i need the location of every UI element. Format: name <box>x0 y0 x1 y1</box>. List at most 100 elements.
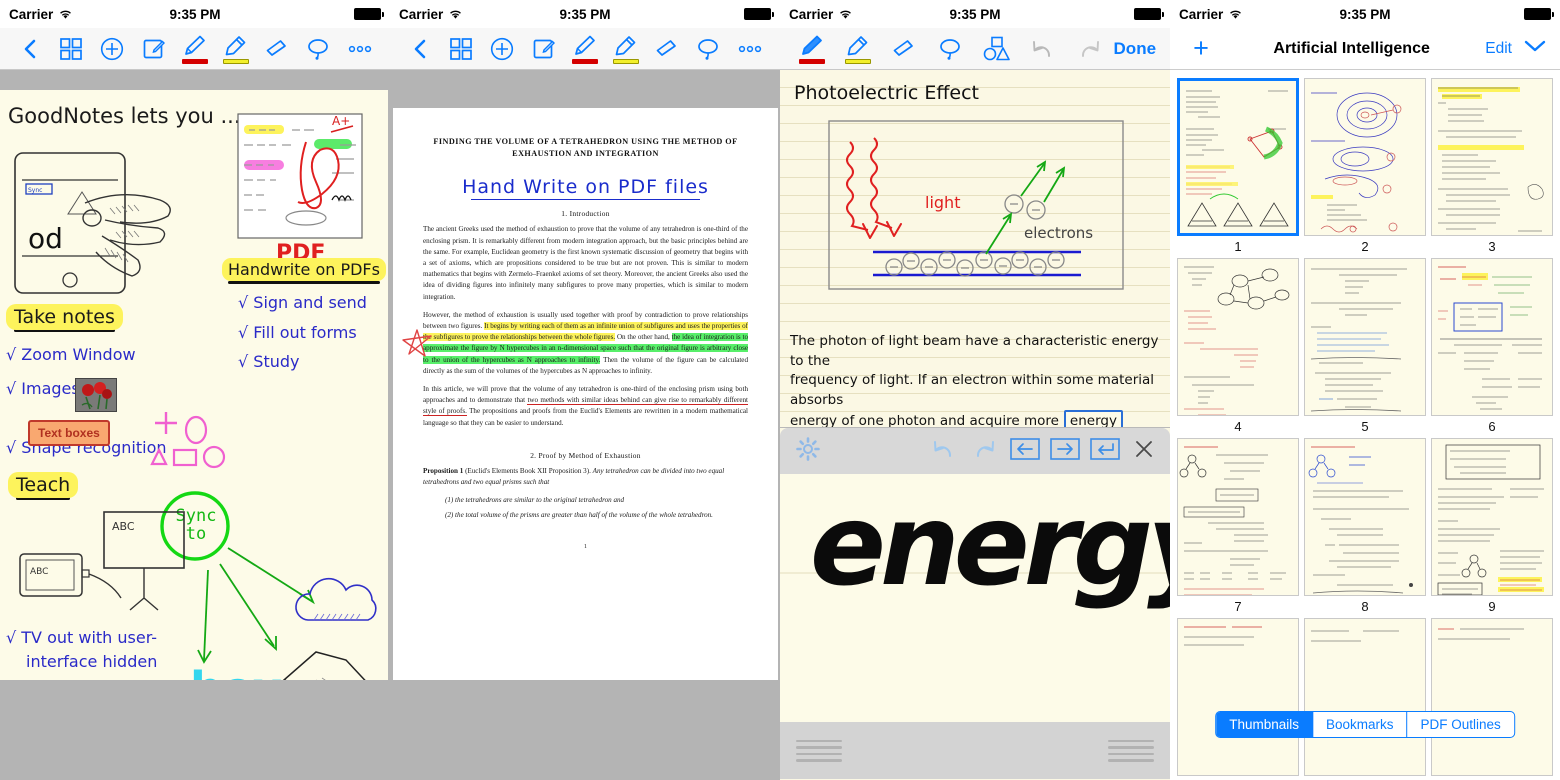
thumbnail-number: 7 <box>1234 599 1242 614</box>
thumbnail-number: 2 <box>1361 239 1369 254</box>
eraser-tool-button[interactable] <box>258 28 297 70</box>
undo-button[interactable] <box>1021 28 1065 70</box>
done-button[interactable]: Done <box>1114 39 1161 59</box>
status-bar-right <box>744 8 774 20</box>
lasso-tool-button[interactable] <box>689 28 728 70</box>
lasso-tool-button[interactable] <box>299 28 338 70</box>
text-box-sample[interactable]: Text boxes <box>28 420 110 446</box>
box-logo-label: box <box>190 662 282 680</box>
thumbnail-page-12[interactable] <box>1431 618 1553 776</box>
thumbnail-page-5[interactable] <box>1304 258 1426 416</box>
zoom-window-left-grip[interactable] <box>796 736 842 766</box>
text-box-button[interactable] <box>134 28 173 70</box>
editor-toolbar: Done <box>780 28 1170 70</box>
new-line-button[interactable] <box>1090 437 1120 465</box>
lasso-icon <box>308 38 328 60</box>
grid-view-button[interactable] <box>51 28 90 70</box>
thumbnail-cell[interactable]: 2 <box>1303 78 1427 254</box>
undo-icon <box>934 440 952 457</box>
thumbnail-cell[interactable]: 7 <box>1176 438 1300 614</box>
redo-button[interactable] <box>1067 28 1111 70</box>
thumbnail-cell[interactable]: 4 <box>1176 258 1300 434</box>
eraser-tool-button[interactable] <box>648 28 687 70</box>
thumbnail-cell[interactable] <box>1430 618 1554 779</box>
handwritten-annotation-text: Hand Write on PDF files <box>462 175 709 198</box>
panel-pdf-annotation: Carrier 9:35 PM FINDING THE VOLUME OF A … <box>390 0 780 780</box>
thumbnail-page-9[interactable] <box>1431 438 1553 596</box>
chevron-down-button[interactable] <box>1524 39 1546 58</box>
pdf-page-canvas[interactable]: FINDING THE VOLUME OF A TETRAHEDRON USIN… <box>393 108 778 680</box>
thumbnail-cell[interactable] <box>1176 618 1300 779</box>
document-title: FINDING THE VOLUME OF A TETRAHEDRON USIN… <box>433 137 738 158</box>
thumbnail-page-2[interactable] <box>1304 78 1426 236</box>
zoom-settings-button[interactable] <box>796 436 820 466</box>
close-zoom-window-button[interactable] <box>1134 439 1154 464</box>
thumbnail-page-3[interactable] <box>1431 78 1553 236</box>
thumbnail-cell[interactable] <box>1303 618 1427 779</box>
proposition-reference: (Euclid's Elements Book XII Proposition … <box>465 466 591 475</box>
thumbnail-cell[interactable]: 3 <box>1430 78 1554 254</box>
segment-thumbnails[interactable]: Thumbnails <box>1216 712 1313 737</box>
svg-text:light: light <box>925 193 960 212</box>
segment-pdf-outlines[interactable]: PDF Outlines <box>1408 712 1514 737</box>
add-page-button[interactable] <box>93 28 132 70</box>
notebook-page-canvas[interactable]: GoodNotes lets you ... Sync od A+ PDF Ha… <box>0 90 388 680</box>
pen-tool-button[interactable] <box>175 28 214 70</box>
move-left-button[interactable] <box>1010 437 1040 465</box>
undo-button[interactable] <box>932 438 956 465</box>
panel-notebook-editor: Carrier 9:35 PM GoodNotes lets you ... S… <box>0 0 390 780</box>
list-item: √ Zoom Window <box>6 345 136 364</box>
redo-button[interactable] <box>972 438 996 465</box>
arrow-left-box-icon <box>1010 437 1040 460</box>
edit-button[interactable]: Edit <box>1485 40 1512 58</box>
right-feature-list: √ Sign and send √ Fill out forms √ Study <box>238 288 367 377</box>
grid-view-button[interactable] <box>441 28 480 70</box>
add-page-button[interactable] <box>483 28 522 70</box>
more-options-button[interactable] <box>341 28 380 70</box>
lasso-tool-button[interactable] <box>929 28 973 70</box>
zoom-window-right-grip[interactable] <box>1108 736 1154 766</box>
thumbnail-cell[interactable]: 9 <box>1430 438 1554 614</box>
add-page-button[interactable]: + <box>1184 35 1218 62</box>
zoom-window-canvas[interactable]: energy <box>780 474 1170 722</box>
status-bar: Carrier 9:35 PM <box>1170 0 1560 28</box>
editor-toolbar <box>0 28 390 70</box>
thumbnail-page-7[interactable] <box>1177 438 1299 596</box>
pen-icon <box>802 35 823 55</box>
thumbnail-number: 9 <box>1488 599 1496 614</box>
text-box-button[interactable] <box>524 28 563 70</box>
zoom-window[interactable]: energy <box>780 427 1170 780</box>
highlighter-tool-button[interactable] <box>607 28 646 70</box>
inserted-image-roses[interactable] <box>75 378 117 412</box>
thumbnail-cell[interactable]: 6 <box>1430 258 1554 434</box>
thumbnail-page-11[interactable] <box>1304 618 1426 776</box>
plus-circle-icon <box>491 37 514 60</box>
eraser-tool-button[interactable] <box>882 28 926 70</box>
pen-tool-button[interactable] <box>790 28 834 70</box>
thumbnail-page-6[interactable] <box>1431 258 1553 416</box>
move-right-button[interactable] <box>1050 437 1080 465</box>
segment-bookmarks[interactable]: Bookmarks <box>1313 712 1408 737</box>
pen-tool-button[interactable] <box>565 28 604 70</box>
view-mode-segmented-control[interactable]: Thumbnails Bookmarks PDF Outlines <box>1215 711 1515 738</box>
tv-out-list: √ TV out with user- interface hidden <box>6 626 157 674</box>
thumbnail-page-1[interactable] <box>1177 78 1299 236</box>
note-page-canvas[interactable]: Photoelectric Effect light electrons The… <box>780 70 1170 780</box>
back-button[interactable] <box>400 28 439 70</box>
more-options-button[interactable] <box>731 28 770 70</box>
thumbnail-cell[interactable]: 1 <box>1176 78 1300 254</box>
thumbnail-page-10[interactable] <box>1177 618 1299 776</box>
back-button[interactable] <box>10 28 49 70</box>
thumbnail-cell[interactable]: 8 <box>1303 438 1427 614</box>
thumbnail-page-8[interactable] <box>1304 438 1426 596</box>
thumbnail-page-4[interactable] <box>1177 258 1299 416</box>
shapes-tool-button[interactable] <box>975 28 1019 70</box>
pdf-card-sketch: A+ PDF <box>237 113 363 264</box>
battery-full-icon <box>354 8 384 20</box>
highlighter-tool-button[interactable] <box>836 28 880 70</box>
thumbnail-grid[interactable]: 1 2 3 4 5 6 7 8 9 <box>1170 70 1560 780</box>
highlighter-tool-button[interactable] <box>217 28 256 70</box>
close-icon <box>1136 440 1152 457</box>
thumbnail-cell[interactable]: 5 <box>1303 258 1427 434</box>
thumbnail-header: + Artificial Intelligence Edit <box>1170 28 1560 70</box>
